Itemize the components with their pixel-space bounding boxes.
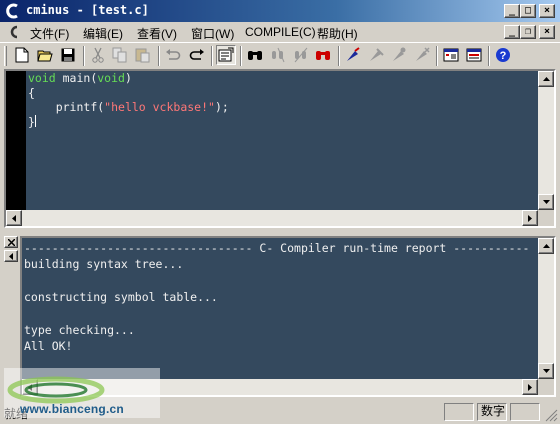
find-prev-icon[interactable]	[291, 45, 311, 65]
code-text-segment: )	[124, 71, 132, 85]
editor-gutter	[6, 71, 26, 210]
child-close-button[interactable]: ×	[539, 25, 555, 39]
menu-file[interactable]: 文件(F)	[30, 25, 69, 42]
code-text[interactable]: void main(void) { printf("hello vckbase!…	[28, 71, 229, 129]
child-restore-button[interactable]: ❐	[520, 25, 536, 39]
child-minimize-button[interactable]: _	[504, 25, 520, 39]
output-line: All OK!	[24, 339, 73, 354]
code-text-segment: printf(	[55, 100, 105, 114]
editor-horizontal-scrollbar[interactable]	[6, 210, 538, 226]
paste-icon[interactable]	[133, 45, 153, 65]
code-text-segment: );	[214, 100, 229, 114]
text-caret	[34, 114, 36, 127]
maximize-button[interactable]: □	[520, 4, 536, 18]
toolbar-separator	[158, 46, 160, 66]
menu-bar: 文件(F) 编辑(E) 查看(V) 窗口(W) COMPILE(C) 帮助(H)…	[0, 22, 560, 42]
pane-splitter[interactable]	[0, 228, 560, 236]
find-next-icon[interactable]	[268, 45, 288, 65]
toolbar-grip[interactable]	[4, 46, 7, 66]
resize-grip-icon[interactable]	[545, 409, 558, 422]
compile-icon[interactable]	[343, 45, 363, 65]
properties-icon[interactable]	[216, 45, 236, 65]
close-button[interactable]: ×	[539, 4, 555, 18]
scroll-left-icon[interactable]	[6, 210, 22, 226]
toolbar: ?	[0, 42, 560, 68]
code-keyword: void	[97, 71, 125, 85]
output-line: type checking...	[24, 323, 135, 338]
watermark-text: www.bianceng.cn	[20, 402, 124, 416]
status-pane-num: 数字	[477, 403, 507, 421]
code-keyword: void	[28, 71, 56, 85]
scroll-down-icon[interactable]	[538, 363, 554, 379]
menu-compile[interactable]: COMPILE(C)	[245, 25, 316, 39]
code-line: {	[28, 85, 35, 100]
scrollbar-corner	[538, 210, 554, 226]
editor-vertical-scrollbar[interactable]	[538, 71, 554, 210]
build-icon[interactable]	[366, 45, 386, 65]
toolbar-separator	[338, 46, 340, 66]
status-pane-caps	[444, 403, 474, 421]
output-dock-icon[interactable]	[4, 250, 18, 262]
code-line: }	[28, 114, 35, 129]
minimize-button[interactable]: _	[504, 4, 520, 18]
code-text-segment: main(	[55, 71, 98, 85]
redo-icon[interactable]	[187, 45, 207, 65]
menu-view[interactable]: 查看(V)	[137, 25, 177, 42]
toolbar-separator	[488, 46, 490, 66]
scroll-down-icon[interactable]	[538, 194, 554, 210]
scroll-up-icon[interactable]	[538, 71, 554, 87]
save-icon[interactable]	[58, 45, 78, 65]
undo-icon[interactable]	[163, 45, 183, 65]
code-editor[interactable]: void main(void) { printf("hello vckbase!…	[4, 69, 556, 228]
scrollbar-corner	[538, 379, 554, 395]
code-string: "hello vckbase!"	[104, 100, 215, 114]
bookmark-icon[interactable]	[441, 45, 461, 65]
toolbar-separator	[83, 46, 85, 66]
output-close-icon[interactable]	[4, 236, 18, 248]
app-icon	[6, 3, 18, 19]
new-file-icon[interactable]	[12, 45, 32, 65]
copy-icon[interactable]	[110, 45, 130, 65]
svg-text:?: ?	[500, 50, 507, 62]
tools-icon[interactable]	[464, 45, 484, 65]
toolbar-separator	[436, 46, 438, 66]
menu-help[interactable]: 帮助(H)	[317, 25, 358, 42]
output-vertical-scrollbar[interactable]	[538, 238, 554, 379]
toolbar-separator	[240, 46, 242, 66]
window-title: cminus - [test.c]	[26, 3, 149, 17]
scroll-right-icon[interactable]	[522, 210, 538, 226]
scroll-up-icon[interactable]	[538, 238, 554, 254]
toolbar-separator	[211, 46, 213, 66]
run-icon[interactable]	[389, 45, 409, 65]
status-pane-scroll	[510, 403, 540, 421]
cut-icon[interactable]	[88, 45, 108, 65]
output-line: constructing symbol table...	[24, 290, 218, 305]
scroll-right-icon[interactable]	[522, 379, 538, 395]
help-icon[interactable]: ?	[493, 45, 513, 65]
open-folder-icon[interactable]	[35, 45, 55, 65]
title-bar: cminus - [test.c] _ □ ×	[0, 0, 560, 22]
output-log: --------------------------------- C- Com…	[24, 240, 529, 355]
menu-edit[interactable]: 编辑(E)	[83, 25, 123, 42]
find-icon[interactable]	[245, 45, 265, 65]
output-line: --------------------------------- C- Com…	[24, 241, 530, 255]
debug-icon[interactable]	[412, 45, 432, 65]
document-icon[interactable]	[6, 24, 22, 40]
menu-window[interactable]: 窗口(W)	[191, 25, 234, 42]
replace-icon[interactable]	[313, 45, 333, 65]
output-line: building syntax tree...	[24, 257, 184, 272]
